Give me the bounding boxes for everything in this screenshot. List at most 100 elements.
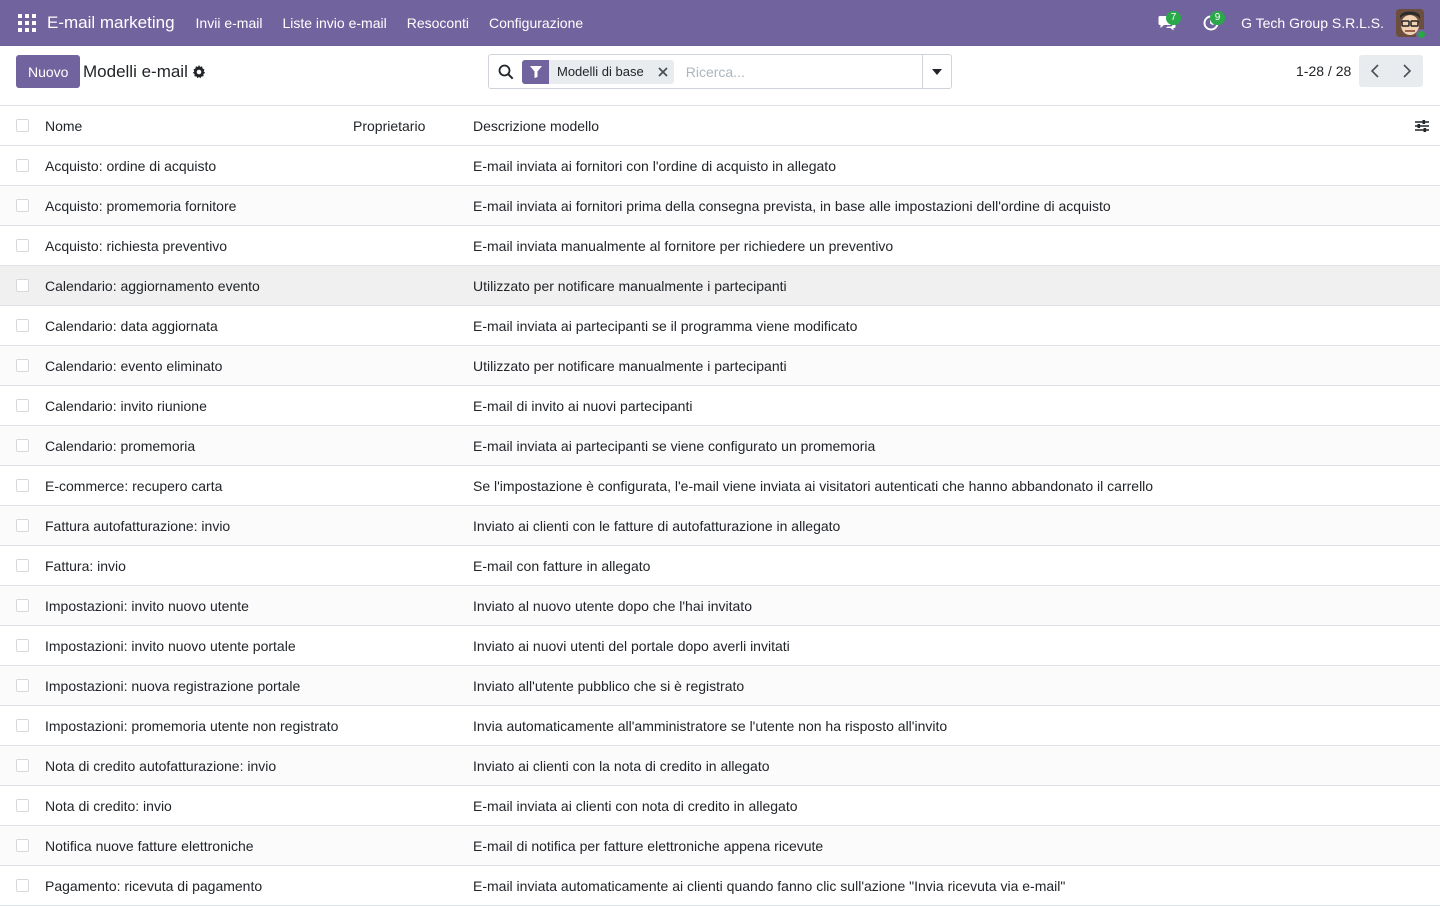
cell-name: Notifica nuove fatture elettroniche xyxy=(45,837,254,854)
cell-name: Fattura autofatturazione: invio xyxy=(45,517,231,534)
row-checkbox[interactable] xyxy=(16,799,29,812)
menu-item-mailings[interactable]: Invii e-mail xyxy=(186,0,273,46)
column-settings-icon[interactable] xyxy=(1414,118,1430,134)
row-checkbox[interactable] xyxy=(16,239,29,252)
cell-name: Acquisto: promemoria fornitore xyxy=(45,197,237,214)
row-checkbox[interactable] xyxy=(16,279,29,292)
app-brand[interactable]: E-mail marketing xyxy=(47,13,175,33)
apps-menu-icon[interactable] xyxy=(18,14,36,32)
cell-description: E-mail inviata automaticamente ai client… xyxy=(473,877,1066,894)
row-checkbox[interactable] xyxy=(16,879,29,892)
column-header-owner[interactable]: Proprietario xyxy=(353,118,473,134)
messages-button[interactable]: 7 xyxy=(1145,0,1189,46)
cell-name: Calendario: evento eliminato xyxy=(45,357,223,374)
pager-next-button[interactable] xyxy=(1391,55,1423,87)
gear-icon[interactable] xyxy=(192,65,206,79)
cell-description: Se l'impostazione è configurata, l'e-mai… xyxy=(473,477,1154,494)
cell-name: Impostazioni: promemoria utente non regi… xyxy=(45,717,339,734)
table-row[interactable]: Notifica nuove fatture elettroniche E-mai… xyxy=(0,826,1440,866)
row-checkbox[interactable] xyxy=(16,479,29,492)
table-row[interactable]: E-commerce: recupero carta Se l'impostazi… xyxy=(0,466,1440,506)
row-checkbox[interactable] xyxy=(16,439,29,452)
row-checkbox[interactable] xyxy=(16,719,29,732)
cell-description: Inviato ai clienti con la nota di credit… xyxy=(473,757,770,774)
table-row[interactable]: Nota di credito: invio E-mail inviata ai … xyxy=(0,786,1440,826)
row-checkbox[interactable] xyxy=(16,679,29,692)
messages-count-badge: 7 xyxy=(1166,11,1182,25)
row-checkbox[interactable] xyxy=(16,759,29,772)
online-status-indicator xyxy=(1416,29,1427,40)
table-row[interactable]: Calendario: data aggiornata E-mail inviat… xyxy=(0,306,1440,346)
table-row[interactable]: Impostazioni: nuova registrazione portal… xyxy=(0,666,1440,706)
row-checkbox[interactable] xyxy=(16,839,29,852)
select-all-checkbox[interactable] xyxy=(16,119,29,132)
cell-name: Pagamento: ricevuta di pagamento xyxy=(45,877,263,894)
filter-icon xyxy=(522,59,549,84)
cell-description: E-mail inviata ai partecipanti se il pro… xyxy=(473,317,858,334)
chevron-left-icon xyxy=(1371,64,1379,78)
cell-description: E-mail inviata ai fornitori con l'ordine… xyxy=(473,157,836,174)
row-checkbox[interactable] xyxy=(16,199,29,212)
caret-down-icon xyxy=(932,68,942,75)
cell-name: Fattura: invio xyxy=(45,557,126,574)
row-checkbox[interactable] xyxy=(16,399,29,412)
cell-description: E-mail di invito ai nuovi partecipanti xyxy=(473,397,693,414)
cell-name: Impostazioni: nuova registrazione portal… xyxy=(45,677,301,694)
cell-description: Invia automaticamente all'amministratore… xyxy=(473,717,948,734)
table-row[interactable]: Calendario: invito riunione E-mail di inv… xyxy=(0,386,1440,426)
cell-description: E-mail inviata ai clienti con nota di cr… xyxy=(473,797,798,814)
column-header-description[interactable]: Descrizione modello xyxy=(473,118,1440,134)
table-row[interactable]: Acquisto: richiesta preventivo E-mail inv… xyxy=(0,226,1440,266)
table-row[interactable]: Fattura autofatturazione: invio Inviato a… xyxy=(0,506,1440,546)
menu-item-configuration[interactable]: Configurazione xyxy=(479,0,593,46)
table-row[interactable]: Acquisto: ordine di acquisto E-mail invia… xyxy=(0,146,1440,186)
column-header-name[interactable]: Nome xyxy=(45,118,353,134)
top-navbar: E-mail marketing Invii e-mail Liste invi… xyxy=(0,0,1440,46)
systray: 7 9 G Tech Group S.R.L.S. xyxy=(1145,0,1440,46)
table-row[interactable]: Calendario: aggiornamento evento Utilizza… xyxy=(0,266,1440,306)
cell-description: Inviato ai nuovi utenti del portale dopo… xyxy=(473,637,790,654)
cell-name: Calendario: promemoria xyxy=(45,437,196,454)
table-row[interactable]: Pagamento: ricevuta di pagamento E-mail i… xyxy=(0,866,1440,906)
cell-description: Inviato all'utente pubblico che si è reg… xyxy=(473,677,745,694)
templates-list: Nome Proprietario Descrizione modello Ac… xyxy=(0,106,1440,906)
row-checkbox[interactable] xyxy=(16,559,29,572)
table-row[interactable]: Impostazioni: invito nuovo utente portal… xyxy=(0,626,1440,666)
row-checkbox[interactable] xyxy=(16,159,29,172)
company-switcher[interactable]: G Tech Group S.R.L.S. xyxy=(1241,15,1384,31)
menu-item-mailing-lists[interactable]: Liste invio e-mail xyxy=(272,0,396,46)
chevron-right-icon xyxy=(1403,64,1411,78)
row-checkbox[interactable] xyxy=(16,639,29,652)
row-checkbox[interactable] xyxy=(16,519,29,532)
cell-name: E-commerce: recupero carta xyxy=(45,477,223,494)
user-avatar[interactable] xyxy=(1396,9,1427,40)
table-body: Acquisto: ordine di acquisto E-mail invia… xyxy=(0,146,1440,906)
cell-description: Inviato al nuovo utente dopo che l'hai i… xyxy=(473,597,752,614)
close-icon[interactable] xyxy=(652,60,674,84)
new-button[interactable]: Nuovo xyxy=(16,55,81,88)
cell-description: E-mail inviata ai fornitori prima della … xyxy=(473,197,1111,214)
table-row[interactable]: Acquisto: promemoria fornitore E-mail inv… xyxy=(0,186,1440,226)
table-row[interactable]: Impostazioni: invito nuovo utente Inviato… xyxy=(0,586,1440,626)
row-checkbox[interactable] xyxy=(16,359,29,372)
table-row[interactable]: Calendario: promemoria E-mail inviata ai … xyxy=(0,426,1440,466)
cell-description: Inviato ai clienti con le fatture di aut… xyxy=(473,517,841,534)
table-row[interactable]: Nota di credito autofatturazione: invio I… xyxy=(0,746,1440,786)
menu-item-reporting[interactable]: Resoconti xyxy=(397,0,479,46)
search-input[interactable] xyxy=(681,56,922,87)
activities-button[interactable]: 9 xyxy=(1189,0,1233,46)
search-bar: Modelli di base xyxy=(488,54,952,89)
search-icon[interactable] xyxy=(498,64,514,80)
search-options-toggle[interactable] xyxy=(922,55,951,88)
cell-description: E-mail con fatture in allegato xyxy=(473,557,651,574)
row-checkbox[interactable] xyxy=(16,319,29,332)
main-menu: Invii e-mail Liste invio e-mail Resocont… xyxy=(186,0,594,46)
cell-name: Calendario: invito riunione xyxy=(45,397,207,414)
row-checkbox[interactable] xyxy=(16,599,29,612)
cell-name: Impostazioni: invito nuovo utente xyxy=(45,597,249,614)
table-row[interactable]: Impostazioni: promemoria utente non regi… xyxy=(0,706,1440,746)
table-row[interactable]: Fattura: invio E-mail con fatture in alle… xyxy=(0,546,1440,586)
table-row[interactable]: Calendario: evento eliminato Utilizzato p… xyxy=(0,346,1440,386)
pager-previous-button[interactable] xyxy=(1359,55,1391,87)
pager-value[interactable]: 1-28 / 28 xyxy=(1296,63,1351,79)
